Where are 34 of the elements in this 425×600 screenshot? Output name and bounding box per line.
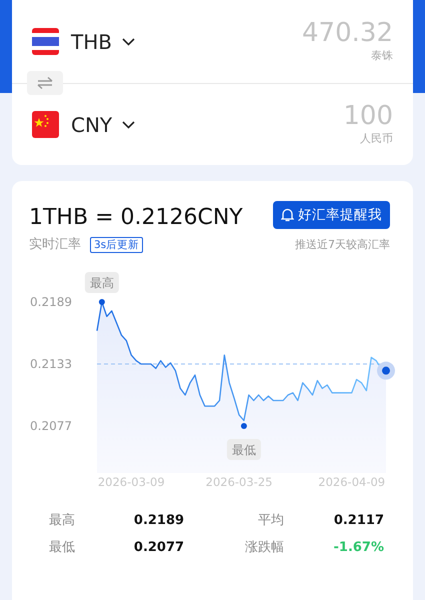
- data-point: [240, 422, 247, 429]
- stat-label: 最高: [49, 512, 76, 530]
- currency-name: 人民币: [359, 130, 393, 147]
- y-axis-label: 0.2189: [30, 294, 72, 309]
- currency-selector[interactable]: THB: [59, 26, 135, 56]
- swap-icon: [37, 77, 53, 89]
- refresh-countdown: 3s后更新: [90, 236, 144, 254]
- max-tag: 最高: [84, 272, 119, 293]
- currency-selector[interactable]: CNY: [59, 110, 136, 140]
- data-point: [98, 298, 105, 305]
- bell-icon: [281, 208, 294, 222]
- min-tag: 最低: [226, 438, 261, 460]
- thailand-flag-icon: [32, 28, 59, 55]
- stat-label: 最低: [49, 539, 76, 558]
- currency-name: 泰铢: [370, 48, 393, 64]
- exchange-rate: 1THB = 0.2126CNY: [29, 205, 243, 232]
- y-axis-label: 0.2133: [30, 356, 72, 371]
- alert-note: 推送近7天较高汇率: [295, 236, 390, 253]
- stat-value: -1.67%: [332, 539, 384, 558]
- rate-label: 实时汇率: [29, 236, 81, 254]
- stat-label: 平均: [257, 512, 284, 530]
- annotation: 最高: [90, 276, 114, 290]
- current-point: [377, 362, 395, 380]
- swap-button[interactable]: [27, 71, 63, 95]
- chevron-down-icon: [122, 38, 135, 46]
- y-axis-label: 0.2077: [30, 418, 72, 433]
- stat-value: 0.2117: [332, 512, 384, 530]
- chevron-down-icon: [122, 120, 136, 128]
- rate-alert-button[interactable]: 好汇率提醒我: [273, 201, 390, 230]
- china-flag-icon: [32, 111, 59, 138]
- annotation: 最低: [232, 442, 256, 457]
- stat-value: 0.2189: [132, 512, 186, 530]
- stat-label: 涨跌幅: [244, 539, 284, 558]
- stat-value: 0.2077: [132, 539, 186, 558]
